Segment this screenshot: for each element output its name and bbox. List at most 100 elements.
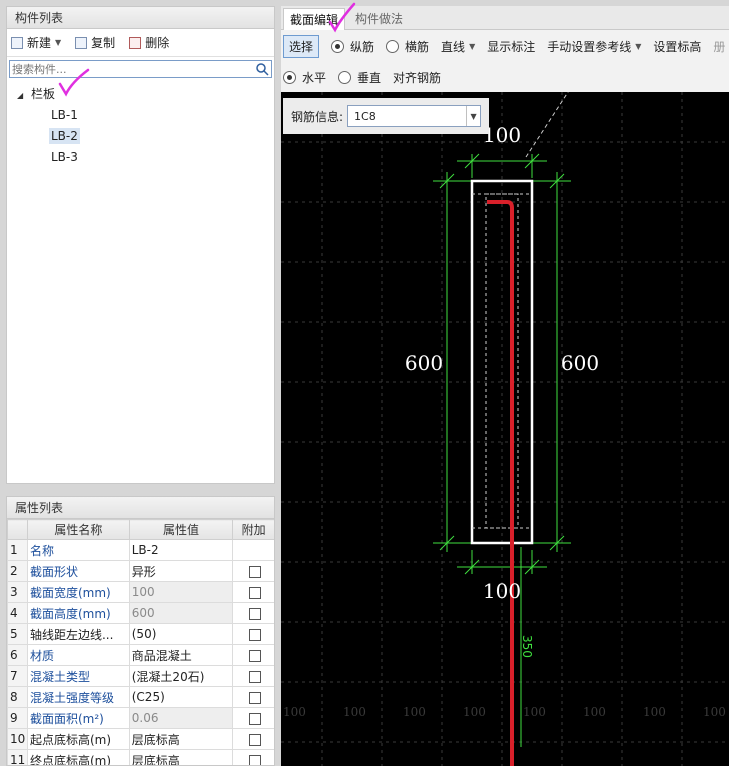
property-row[interactable]: 7 混凝土类型 (混凝土20石) [7,665,274,687]
property-name: 截面面积(m²) [26,707,130,729]
tree-root-node[interactable]: ◢ 栏板 [7,84,274,105]
copy-button[interactable]: 复制 [75,34,115,51]
property-value[interactable]: (50) [128,623,234,645]
rebar-line[interactable] [487,200,514,766]
property-row[interactable]: 2 截面形状 异形 [7,560,274,582]
rebar-info-select[interactable]: 1C8 ▼ [347,105,482,127]
property-name: 截面形状 [26,560,130,582]
longitudinal-label: 纵筋 [350,39,375,54]
property-extra [232,665,274,687]
property-checkbox[interactable] [248,607,261,620]
property-value[interactable]: 商品混凝土 [128,644,234,666]
horizontal-label: 水平 [302,70,327,85]
manual-reference-dropdown[interactable]: 手动设置参考线 ▼ [547,38,641,55]
section-drawing-canvas[interactable]: 100 100 100 100 100 100 100 100 100 100 … [281,92,729,766]
property-checkbox[interactable] [248,670,261,683]
property-table: 属性名称 属性值 附加 1 名称 LB-2 2 截面形状 异形 3 截面宽度(mm) 100 4 截… [7,519,274,765]
radio-unchecked-icon [338,70,352,84]
select-button[interactable]: 选择 [283,34,320,58]
new-button-label: 新建 [27,36,52,50]
show-dimension-button[interactable]: 显示标注 [487,38,535,55]
drawing-svg: 100 100 100 100 100 100 100 100 100 100 … [281,92,729,766]
property-row[interactable]: 6 材质 商品混凝土 [7,644,274,666]
tab-section-edit[interactable]: 截面编辑 [283,8,346,30]
grid-lines [281,92,729,766]
property-value[interactable]: 层底标高 [128,728,234,750]
search-input[interactable] [10,61,255,77]
property-name: 截面宽度(mm) [26,581,130,603]
delete-icon [129,36,142,49]
property-value[interactable]: 层底标高 [128,749,234,765]
property-row[interactable]: 4 截面高度(mm) 600 [7,602,274,624]
collapse-triangle-icon[interactable]: ◢ [17,91,23,100]
grid-label: 100 [583,705,606,719]
rebar-length-label: 350 [520,635,534,658]
header-value: 属性值 [128,519,234,540]
property-extra [232,539,274,561]
property-row[interactable]: 1 名称 LB-2 [7,539,274,561]
property-value[interactable]: 100 [128,581,234,603]
property-index: 7 [7,665,28,687]
property-index: 1 [7,539,28,561]
property-row[interactable]: 9 截面面积(m²) 0.06 [7,707,274,729]
property-checkbox[interactable] [248,628,261,641]
longitudinal-radio[interactable]: 纵筋 [331,38,374,55]
manual-reference-label: 手动设置参考线 [547,39,632,54]
property-checkbox[interactable] [248,754,261,765]
section-outline[interactable] [470,179,534,545]
property-name: 混凝土强度等级 [26,686,130,708]
property-value[interactable]: 0.06 [128,707,234,729]
set-elevation-button[interactable]: 设置标高 [653,38,701,55]
component-list-panel: 构件列表 新建 ▼ 复制 删除 ◢ 栏板 LB-1 LB-2 LB-3 [6,6,275,484]
radio-unchecked-icon [386,39,400,53]
horizontal-radio[interactable]: 水平 [283,69,326,86]
rebar-info-value: 1C8 [354,109,376,123]
tab-component-method[interactable]: 构件做法 [349,8,409,30]
property-row[interactable]: 10 起点底标高(m) 层底标高 [7,728,274,750]
property-value[interactable]: (C25) [128,686,234,708]
tree-item-lb-2[interactable]: LB-2 [7,126,274,147]
property-extra [232,602,274,624]
property-row[interactable]: 11 终点底标高(m) 层底标高 [7,749,274,765]
vertical-radio[interactable]: 垂直 [338,69,381,86]
truncated-button[interactable]: 册 [713,38,725,55]
property-checkbox[interactable] [248,712,261,725]
property-checkbox[interactable] [248,565,261,578]
editor-toolbar-secondary: 水平 垂直 对齐钢筋 [281,62,729,92]
property-value[interactable]: 异形 [128,560,234,582]
component-toolbar: 新建 ▼ 复制 删除 [7,29,274,57]
property-table-header: 属性名称 属性值 附加 [7,519,274,540]
line-dropdown[interactable]: 直线 ▼ [441,38,475,55]
component-list-title: 构件列表 [7,7,274,29]
property-value[interactable]: LB-2 [128,539,234,561]
property-row[interactable]: 8 混凝土强度等级 (C25) [7,686,274,708]
align-rebar-button[interactable]: 对齐钢筋 [393,69,441,86]
property-value[interactable]: (混凝土20石) [128,665,234,687]
property-value[interactable]: 600 [128,602,234,624]
property-name: 终点底标高(m) [26,749,130,765]
property-name: 起点底标高(m) [26,728,130,750]
grid-label: 100 [283,705,306,719]
transverse-radio[interactable]: 横筋 [386,38,429,55]
tree-item-lb-3[interactable]: LB-3 [7,147,274,168]
property-extra [232,707,274,729]
property-checkbox[interactable] [248,733,261,746]
new-file-icon [11,36,23,49]
property-name: 材质 [26,644,130,666]
property-row[interactable]: 5 轴线距左边线... (50) [7,623,274,645]
delete-button[interactable]: 删除 [129,34,169,51]
vertical-label: 垂直 [357,70,382,85]
search-icon[interactable] [255,62,269,76]
property-checkbox[interactable] [248,649,261,662]
chevron-down-icon: ▼ [55,38,62,47]
property-checkbox[interactable] [248,691,261,704]
property-name: 名称 [26,539,130,561]
property-row[interactable]: 3 截面宽度(mm) 100 [7,581,274,603]
grid-label: 100 [343,705,366,719]
chevron-down-icon[interactable]: ▼ [466,106,480,126]
tree-item-lb-1[interactable]: LB-1 [7,105,274,126]
editor-tabs: 截面编辑 构件做法 [281,6,729,30]
property-checkbox[interactable] [248,586,261,599]
header-name: 属性名称 [26,519,130,540]
new-button[interactable]: 新建 ▼ [11,34,61,51]
